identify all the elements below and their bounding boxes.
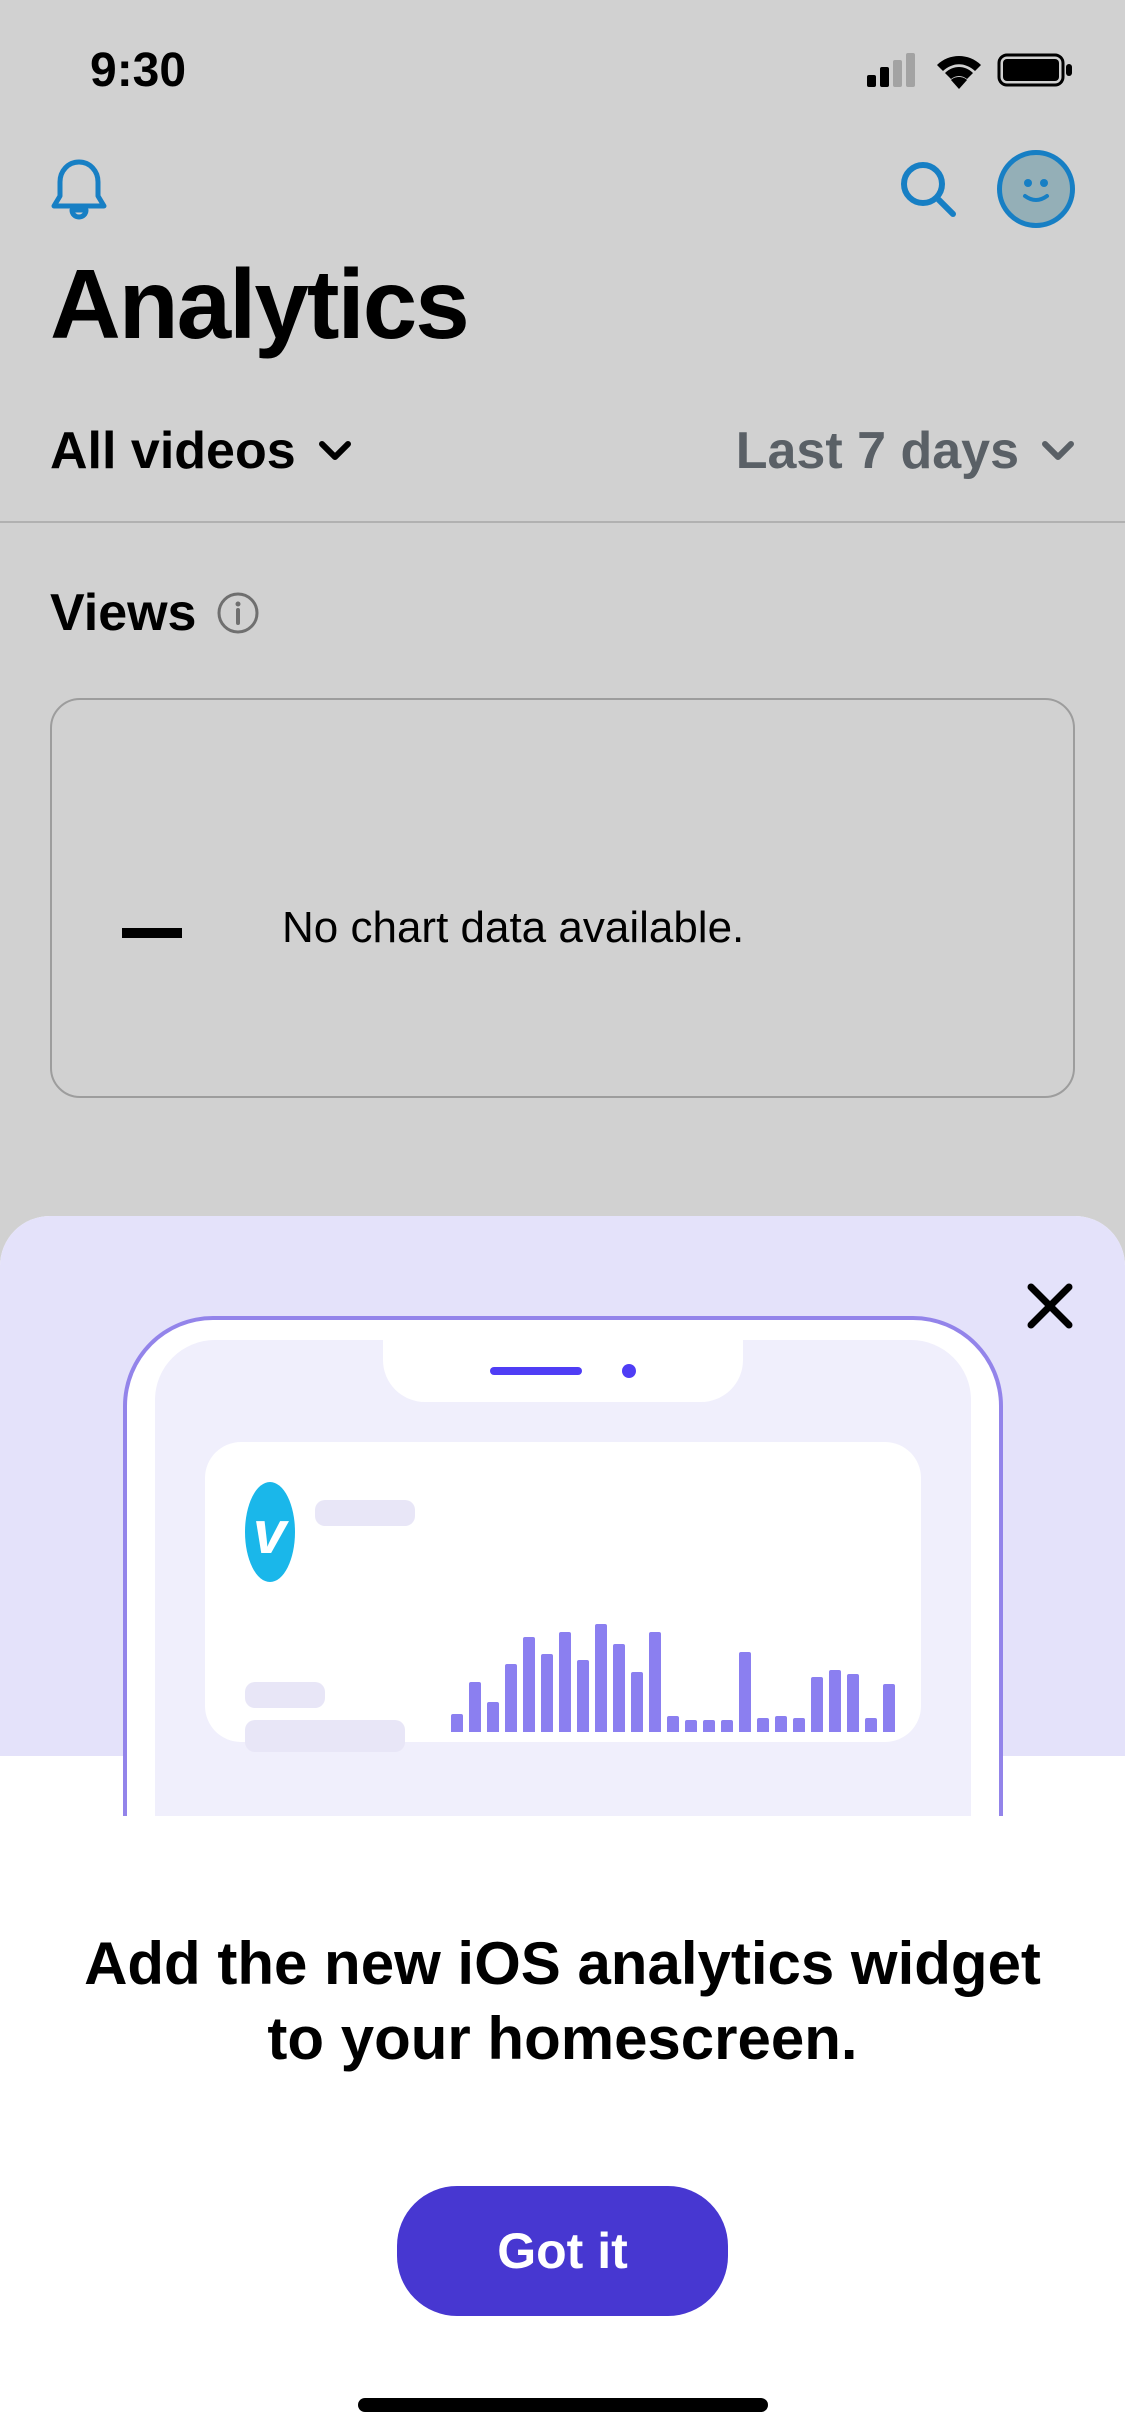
close-button[interactable] [1025, 1281, 1075, 1336]
sheet-title: Add the new iOS analytics widget to your… [80, 1926, 1045, 2076]
home-indicator[interactable] [358, 2398, 768, 2412]
vimeo-logo-icon: v [245, 1482, 295, 1582]
sheet-body: Add the new iOS analytics widget to your… [0, 1756, 1125, 2436]
got-it-button[interactable]: Got it [397, 2186, 728, 2316]
phone-mockup-illustration: v [123, 1316, 1003, 1816]
widget-promo-sheet: v [0, 1216, 1125, 2436]
sheet-hero: v [0, 1216, 1125, 1756]
close-icon [1025, 1281, 1075, 1331]
